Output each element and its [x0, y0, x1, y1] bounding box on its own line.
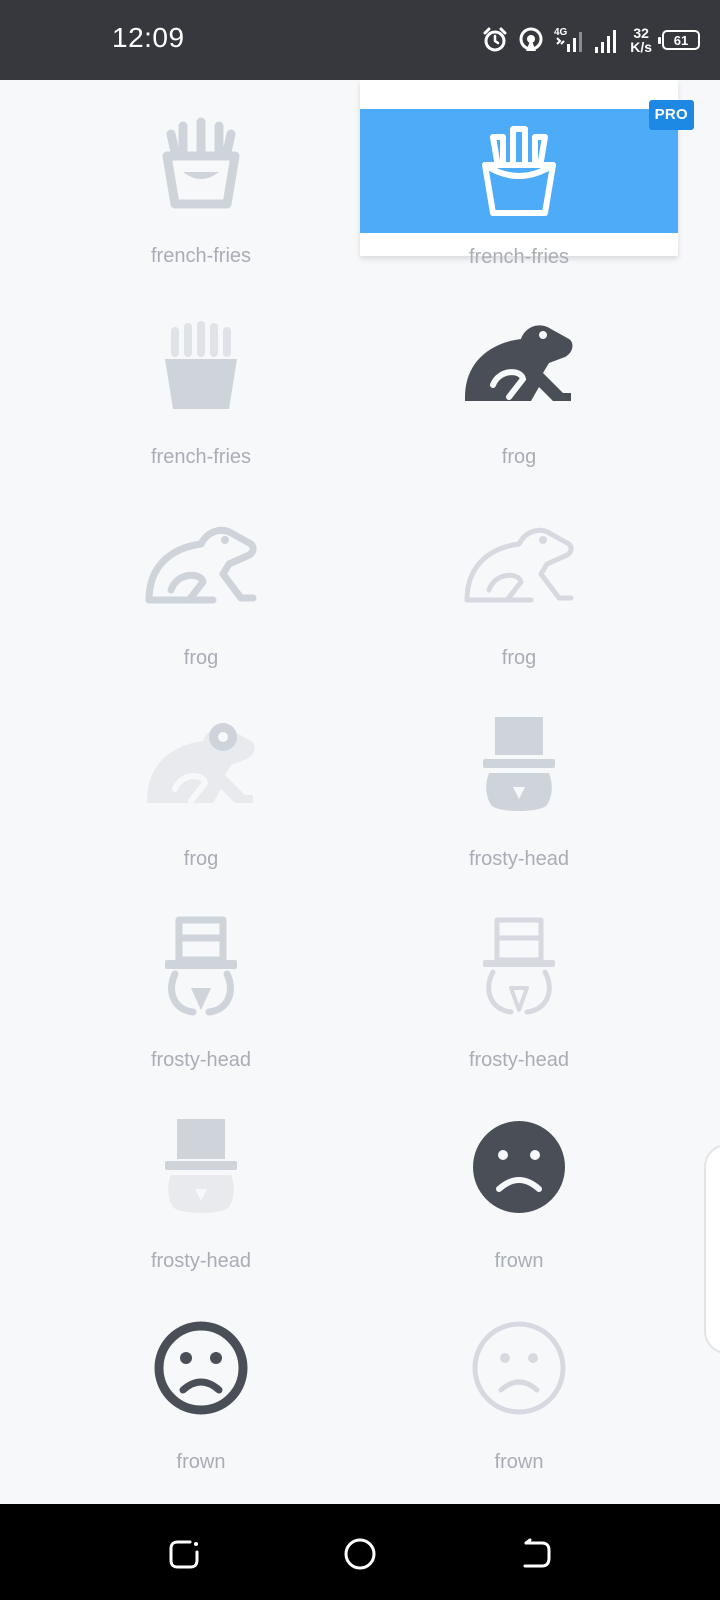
back-icon[interactable]: [516, 1534, 556, 1574]
icon-tile[interactable]: frog: [360, 281, 678, 468]
icon-label: frog: [501, 446, 537, 468]
icon-tile[interactable]: french-fries: [42, 80, 360, 267]
navigation-bar: [0, 1504, 720, 1600]
svg-text:4G: 4G: [554, 27, 568, 38]
icon-tile[interactable]: frosty-head: [42, 884, 360, 1071]
icon-tile[interactable]: frosty-head: [42, 1085, 360, 1272]
battery-level: 61: [673, 32, 689, 48]
icon-tile[interactable]: french-fries: [42, 281, 360, 468]
network-speed-value: 32: [633, 25, 649, 41]
pro-badge: PRO: [648, 100, 694, 130]
side-panel-handle[interactable]: [704, 1144, 720, 1354]
french-fries-icon: [360, 109, 678, 233]
icon-label: frosty-head: [468, 1049, 570, 1071]
icon-tile[interactable]: frog: [360, 482, 678, 669]
icon-tile[interactable]: frog: [42, 482, 360, 669]
frown-icon: [42, 1314, 360, 1422]
icon-label: frog: [501, 647, 537, 669]
icon-label: frog: [183, 647, 219, 669]
frog-icon: [360, 309, 678, 417]
icon-tile[interactable]: frog: [42, 683, 360, 870]
frog-icon: [360, 510, 678, 618]
icon-grid-view[interactable]: french-fries french-fries PRO french-fri…: [0, 80, 720, 1504]
frog-icon: [42, 510, 360, 618]
signal-4g-icon: 4G: [554, 27, 583, 52]
icon-label: french-fries: [468, 246, 570, 268]
icon-tile-selected[interactable]: french-fries PRO: [360, 80, 694, 268]
frown-icon: [360, 1113, 678, 1221]
icon-label: frown: [494, 1250, 544, 1272]
icon-label: frosty-head: [150, 1250, 252, 1272]
frosty-head-icon: [42, 912, 360, 1020]
icon-tile[interactable]: frosty-head: [360, 683, 678, 870]
icon-label: french-fries: [150, 245, 252, 267]
icon-tile[interactable]: frown: [360, 1286, 678, 1473]
network-speed: 32 K/s: [630, 26, 652, 54]
home-icon[interactable]: [340, 1534, 380, 1574]
frog-icon: [42, 711, 360, 819]
signal-icon: [595, 30, 617, 53]
hotspot-icon: [519, 27, 543, 51]
alarm-icon: [483, 27, 507, 52]
icon-label: frog: [183, 848, 219, 870]
status-icons: 4G 32 K/s 61: [482, 22, 700, 58]
frosty-head-icon: [360, 711, 678, 819]
network-speed-unit: K/s: [630, 39, 652, 55]
icon-tile[interactable]: frown: [42, 1286, 360, 1473]
icon-tile[interactable]: frosty-head: [360, 884, 678, 1071]
icon-label: frown: [494, 1451, 544, 1473]
frown-icon: [360, 1314, 678, 1422]
icon-label: frown: [176, 1451, 226, 1473]
icon-label: frosty-head: [150, 1049, 252, 1071]
icon-tile[interactable]: frown: [360, 1085, 678, 1272]
frosty-head-icon: [360, 912, 678, 1020]
status-bar: 12:09 4G 32 K/s 61: [0, 0, 720, 80]
french-fries-icon: [42, 309, 360, 417]
battery-icon: 61: [658, 30, 700, 50]
status-time: 12:09: [112, 22, 185, 53]
frosty-head-icon: [42, 1113, 360, 1221]
french-fries-icon: [42, 108, 360, 216]
icon-label: frosty-head: [468, 848, 570, 870]
recent-apps-icon[interactable]: [164, 1534, 204, 1574]
icon-label: french-fries: [150, 446, 252, 468]
